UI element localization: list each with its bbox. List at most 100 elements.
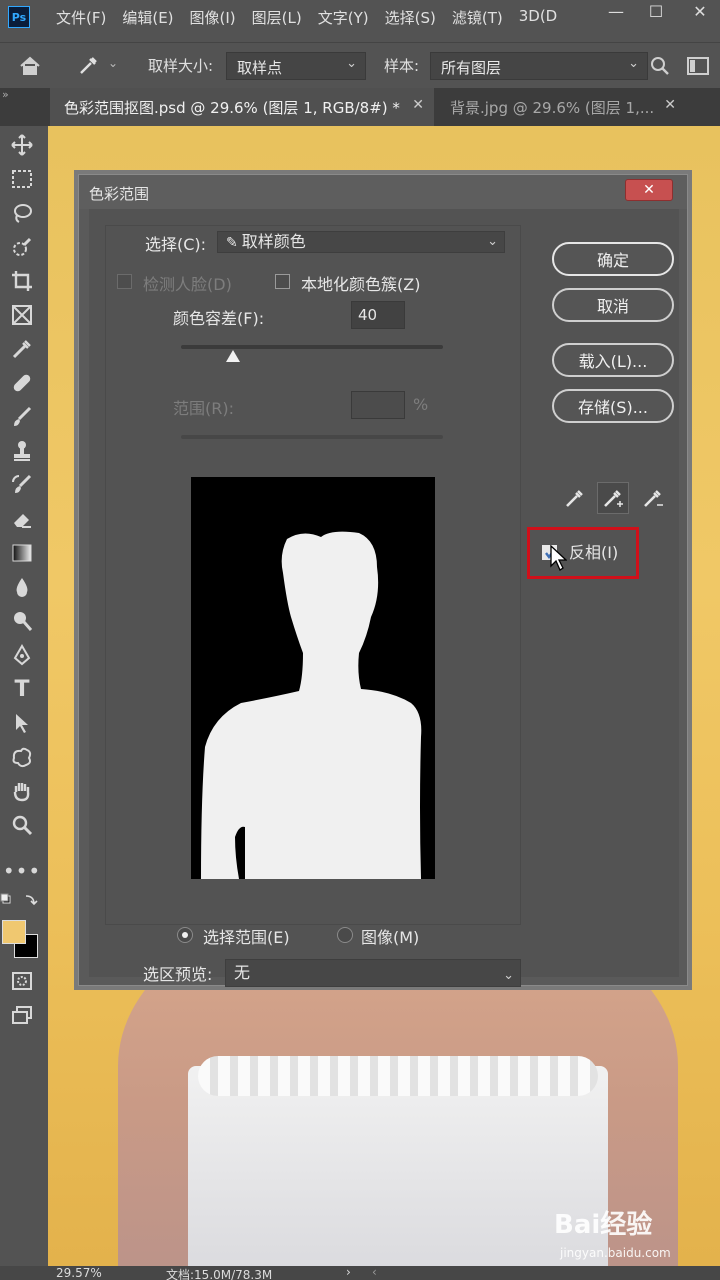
eyedropper-tool-icon[interactable] xyxy=(72,51,104,81)
fuzziness-slider-thumb[interactable] xyxy=(225,349,241,363)
status-menu-icon[interactable]: › xyxy=(346,1265,351,1279)
search-icon[interactable] xyxy=(644,51,676,81)
eyedropper-tool-icon[interactable] xyxy=(6,334,38,364)
panel-layout-icon[interactable] xyxy=(682,51,714,81)
dialog-title: 色彩范围 xyxy=(79,175,687,209)
close-tab-icon[interactable]: ✕ xyxy=(412,97,424,113)
custom-shape-tool-icon[interactable] xyxy=(6,742,38,772)
sample-size-value: 取样点 xyxy=(237,59,283,77)
dialog-body: 选择(C): ✎ 取样颜色 ⌄ 检测人脸(D) 本地化颜色簇(Z) 颜色容差(F)… xyxy=(89,209,679,987)
brush-tool-icon[interactable] xyxy=(6,402,38,432)
sampled-colors-eyedropper-icon: ✎ xyxy=(226,235,238,251)
screen-mode-icon[interactable] xyxy=(6,1000,38,1030)
subtract-from-sample-eyedropper-icon[interactable] xyxy=(637,482,669,514)
tab-label: 背景.jpg @ 29.6% (图层 1,... xyxy=(450,98,655,117)
select-label: 选择(C): xyxy=(145,235,207,254)
minimize-icon[interactable]: — xyxy=(596,0,636,22)
dodge-tool-icon[interactable] xyxy=(6,606,38,636)
chevron-down-icon: ⌄ xyxy=(628,56,639,71)
quick-mask-icon[interactable] xyxy=(6,966,38,996)
path-selection-tool-icon[interactable] xyxy=(6,708,38,738)
marquee-tool-icon[interactable] xyxy=(6,164,38,194)
tool-preset-caret-icon[interactable]: ⌄ xyxy=(108,56,118,70)
sample-select[interactable]: 所有图层 ⌄ xyxy=(430,52,648,80)
frame-tool-icon[interactable] xyxy=(6,300,38,330)
selection-preview-value: 无 xyxy=(234,963,251,982)
close-tab-icon[interactable]: ✕ xyxy=(664,97,676,113)
ok-button[interactable]: 确定 xyxy=(552,242,674,276)
swap-colors-icon[interactable] xyxy=(0,892,40,912)
range-label: 范围(R): xyxy=(173,399,234,418)
eraser-tool-icon[interactable] xyxy=(6,504,38,534)
home-icon[interactable] xyxy=(14,51,46,81)
fuzziness-input[interactable]: 40 xyxy=(351,301,405,329)
menu-select[interactable]: 选择(S) xyxy=(385,7,436,28)
tab-label: 色彩范围抠图.psd @ 29.6% (图层 1, RGB/8#) * xyxy=(64,98,400,117)
selection-radio-label: 选择范围(E) xyxy=(203,928,290,947)
fuzziness-slider[interactable] xyxy=(181,345,443,349)
selection-radio[interactable] xyxy=(177,927,193,943)
detect-faces-label: 检测人脸(D) xyxy=(143,275,232,294)
menu-3d[interactable]: 3D(D xyxy=(519,7,558,28)
selection-preview-label: 选区预览: xyxy=(143,965,213,984)
scroll-left-icon[interactable]: ‹ xyxy=(372,1265,377,1279)
watermark-site: jingyan.baidu.com xyxy=(560,1246,671,1260)
status-bar: 29.57% 文档:15.0M/78.3M › ‹ xyxy=(0,1265,720,1280)
image-radio[interactable] xyxy=(337,927,353,943)
menu-edit[interactable]: 编辑(E) xyxy=(122,7,173,28)
range-slider xyxy=(181,435,443,439)
chevron-down-icon: ⌄ xyxy=(503,968,514,983)
eyedropper-icon[interactable] xyxy=(559,482,591,514)
menu-filter[interactable]: 滤镜(T) xyxy=(452,7,503,28)
photoshop-logo: Ps xyxy=(8,6,30,28)
document-tab-bar: » 色彩范围抠图.psd @ 29.6% (图层 1, RGB/8#) * ✕ … xyxy=(0,88,720,126)
photo-lace xyxy=(198,1056,598,1096)
localized-clusters-checkbox[interactable] xyxy=(275,274,290,289)
lasso-tool-icon[interactable] xyxy=(6,198,38,228)
detect-faces-checkbox[interactable] xyxy=(117,274,132,289)
more-tools-icon[interactable]: ••• xyxy=(3,856,40,886)
add-to-sample-eyedropper-icon[interactable] xyxy=(597,482,629,514)
menu-type[interactable]: 文字(Y) xyxy=(318,7,369,28)
dialog-close-button[interactable]: ✕ xyxy=(625,179,673,201)
close-window-icon[interactable]: ✕ xyxy=(680,0,720,22)
save-button[interactable]: 存储(S)... xyxy=(552,389,674,423)
load-button[interactable]: 载入(L)... xyxy=(552,343,674,377)
fuzziness-label: 颜色容差(F): xyxy=(173,309,265,328)
tab-active-document[interactable]: 色彩范围抠图.psd @ 29.6% (图层 1, RGB/8#) * ✕ xyxy=(50,88,434,126)
tab-background-document[interactable]: 背景.jpg @ 29.6% (图层 1,... ✕ xyxy=(436,88,686,126)
sample-value: 所有图层 xyxy=(441,59,502,77)
quick-selection-tool-icon[interactable] xyxy=(6,232,38,262)
crop-tool-icon[interactable] xyxy=(6,266,38,296)
select-dropdown[interactable]: ✎ 取样颜色 ⌄ xyxy=(217,231,505,253)
cancel-button[interactable]: 取消 xyxy=(552,288,674,322)
move-tool-icon[interactable] xyxy=(6,130,38,160)
mouse-cursor-icon xyxy=(550,545,567,571)
hand-tool-icon[interactable] xyxy=(6,776,38,806)
tools-panel: T ••• xyxy=(0,126,48,1266)
foreground-color-swatch[interactable] xyxy=(2,920,26,944)
selection-preview xyxy=(191,477,435,879)
pen-tool-icon[interactable] xyxy=(6,640,38,670)
type-tool-icon[interactable]: T xyxy=(6,674,38,704)
watermark-brand: Bai经验 xyxy=(554,1210,653,1240)
healing-brush-tool-icon[interactable] xyxy=(6,368,38,398)
color-range-dialog: 色彩范围 ✕ 选择(C): ✎ 取样颜色 ⌄ 检测人脸(D) 本地化颜色簇(Z) … xyxy=(78,174,688,987)
collapse-panels-icon[interactable]: » xyxy=(2,88,9,101)
range-input xyxy=(351,391,405,419)
select-value: 取样颜色 xyxy=(241,232,306,251)
zoom-level[interactable]: 29.57% xyxy=(56,1266,102,1280)
menu-file[interactable]: 文件(F) xyxy=(56,7,106,28)
sample-size-select[interactable]: 取样点 ⌄ xyxy=(226,52,366,80)
selection-preview-select[interactable]: 无 ⌄ xyxy=(225,959,521,987)
gradient-tool-icon[interactable] xyxy=(6,538,38,568)
maximize-icon[interactable]: ☐ xyxy=(636,0,676,22)
history-brush-tool-icon[interactable] xyxy=(6,470,38,500)
menu-layer[interactable]: 图层(L) xyxy=(252,7,302,28)
blur-tool-icon[interactable] xyxy=(6,572,38,602)
menu-image[interactable]: 图像(I) xyxy=(190,7,236,28)
clone-stamp-tool-icon[interactable] xyxy=(6,436,38,466)
zoom-tool-icon[interactable] xyxy=(6,810,38,840)
photo-dress xyxy=(188,1066,608,1266)
image-radio-label: 图像(M) xyxy=(361,928,420,947)
